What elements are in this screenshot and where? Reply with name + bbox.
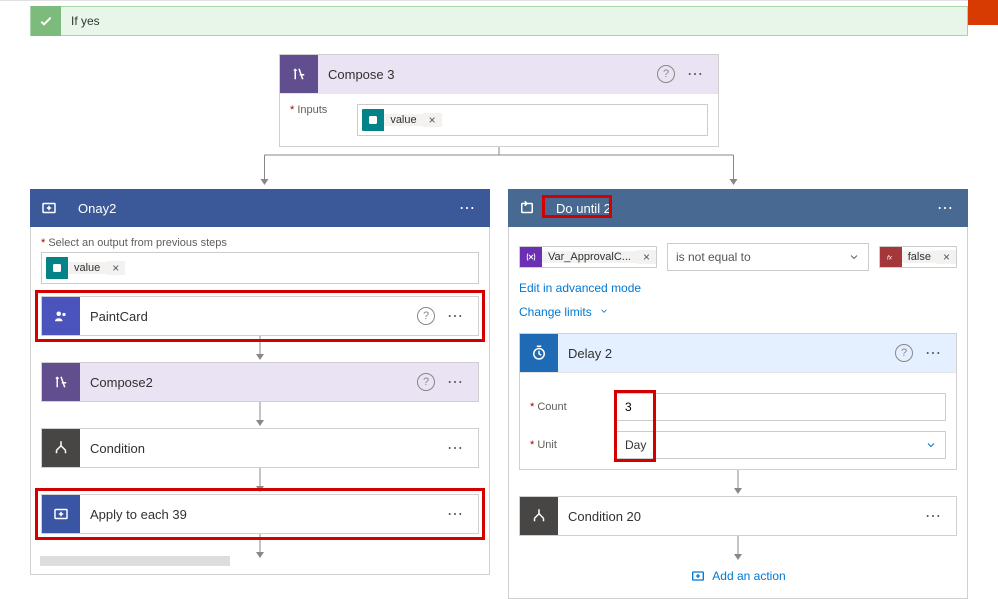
remove-token-icon[interactable]: × bbox=[423, 113, 442, 127]
edit-advanced-mode-link[interactable]: Edit in advanced mode bbox=[519, 281, 641, 295]
compose-icon bbox=[280, 55, 318, 93]
delay2-title: Delay 2 bbox=[558, 346, 895, 361]
more-menu-icon[interactable]: ⋯ bbox=[441, 306, 470, 326]
more-menu-icon[interactable]: ⋯ bbox=[919, 343, 948, 363]
add-action-button[interactable]: Add an action bbox=[519, 568, 957, 584]
more-menu-icon[interactable]: ⋯ bbox=[441, 504, 470, 524]
select-output-label: Select an output from previous steps bbox=[41, 237, 479, 249]
value-token[interactable]: value × bbox=[362, 109, 441, 131]
more-menu-icon[interactable]: ⋯ bbox=[919, 506, 948, 526]
onay2-title: Onay2 bbox=[68, 201, 453, 216]
dynamic-content-icon bbox=[362, 109, 384, 131]
token-label: value bbox=[384, 114, 422, 126]
unit-label: Unit bbox=[530, 439, 616, 451]
chevron-down-icon bbox=[848, 251, 860, 263]
compose2-title: Compose2 bbox=[80, 375, 417, 390]
compose3-title: Compose 3 bbox=[318, 67, 657, 82]
loop-icon bbox=[508, 189, 546, 227]
add-action-label: Add an action bbox=[712, 569, 785, 583]
apply-to-each-39-action[interactable]: Apply to each 39 ⋯ bbox=[41, 494, 479, 534]
more-menu-icon[interactable]: ⋯ bbox=[441, 438, 470, 458]
variable-token[interactable]: Var_ApprovalC... × bbox=[519, 246, 657, 268]
more-menu-icon[interactable]: ⋯ bbox=[441, 372, 470, 392]
bottom-scrub bbox=[40, 556, 230, 566]
operator-select[interactable]: is not equal to bbox=[667, 243, 869, 271]
flow-connector bbox=[41, 402, 479, 428]
condition20-title: Condition 20 bbox=[558, 509, 919, 524]
paintcard-action[interactable]: PaintCard ? ⋯ bbox=[41, 296, 479, 336]
inputs-label: Inputs bbox=[290, 104, 327, 116]
token-label: Var_ApprovalC... bbox=[542, 251, 637, 263]
add-step-icon bbox=[690, 568, 706, 584]
condition-icon bbox=[520, 497, 558, 535]
svg-text:fx: fx bbox=[887, 255, 893, 262]
more-menu-icon[interactable]: ⋯ bbox=[453, 198, 482, 218]
more-menu-icon[interactable]: ⋯ bbox=[931, 198, 960, 218]
flow-connector bbox=[41, 468, 479, 494]
token-label: false bbox=[902, 251, 937, 263]
do-until-2-title: Do until 2 bbox=[546, 201, 931, 216]
fx-icon: fx bbox=[880, 246, 902, 268]
dynamic-content-icon bbox=[46, 257, 68, 279]
apply-to-each-39-title: Apply to each 39 bbox=[80, 507, 441, 522]
do-until-2-scope-header[interactable]: Do until 2 ⋯ bbox=[508, 189, 968, 227]
if-yes-label: If yes bbox=[61, 14, 100, 28]
count-input[interactable] bbox=[616, 393, 946, 421]
change-limits-label: Change limits bbox=[519, 305, 592, 319]
flow-connector bbox=[41, 336, 479, 362]
compose-icon bbox=[42, 363, 80, 401]
warning-indicator bbox=[968, 0, 998, 25]
help-icon[interactable]: ? bbox=[895, 344, 913, 362]
help-icon[interactable]: ? bbox=[657, 65, 675, 83]
operator-label: is not equal to bbox=[676, 250, 751, 264]
chevron-down-icon bbox=[925, 439, 937, 451]
flow-connector bbox=[519, 536, 957, 562]
variable-icon bbox=[520, 246, 542, 268]
condition20-action[interactable]: Condition 20 ⋯ bbox=[519, 496, 957, 536]
check-icon bbox=[31, 6, 61, 36]
help-icon[interactable]: ? bbox=[417, 373, 435, 391]
condition-action[interactable]: Condition ⋯ bbox=[41, 428, 479, 468]
change-limits-link[interactable]: Change limits bbox=[519, 305, 609, 319]
onay2-scope-header[interactable]: Onay2 ⋯ bbox=[30, 189, 490, 227]
apply-to-each-icon bbox=[42, 495, 80, 533]
more-menu-icon[interactable]: ⋯ bbox=[681, 64, 710, 84]
count-label: Count bbox=[530, 401, 616, 413]
if-yes-branch-header[interactable]: If yes bbox=[30, 6, 968, 36]
flow-connector bbox=[30, 147, 968, 189]
unit-value: Day bbox=[625, 438, 646, 452]
value-token[interactable]: value × bbox=[46, 257, 125, 279]
compose2-action[interactable]: Compose2 ? ⋯ bbox=[41, 362, 479, 402]
unit-select[interactable]: Day bbox=[616, 431, 946, 459]
fx-token[interactable]: fx false × bbox=[879, 246, 957, 268]
paintcard-title: PaintCard bbox=[80, 309, 417, 324]
compose3-action[interactable]: Compose 3 ? ⋯ Inputs value × bbox=[279, 54, 719, 147]
delay2-action[interactable]: Delay 2 ? ⋯ Count Unit bbox=[519, 333, 957, 470]
compose3-input[interactable]: value × bbox=[357, 104, 708, 136]
remove-token-icon[interactable]: × bbox=[106, 261, 125, 275]
clock-icon bbox=[520, 334, 558, 372]
token-label: value bbox=[68, 262, 106, 274]
help-icon[interactable]: ? bbox=[417, 307, 435, 325]
condition-title: Condition bbox=[80, 441, 441, 456]
teams-icon bbox=[42, 297, 80, 335]
chevron-down-icon bbox=[599, 306, 609, 316]
flow-connector bbox=[519, 470, 957, 496]
apply-to-each-icon bbox=[30, 189, 68, 227]
condition-icon bbox=[42, 429, 80, 467]
remove-token-icon[interactable]: × bbox=[937, 250, 956, 264]
remove-token-icon[interactable]: × bbox=[637, 250, 656, 264]
select-output-input[interactable]: value × bbox=[41, 252, 479, 284]
